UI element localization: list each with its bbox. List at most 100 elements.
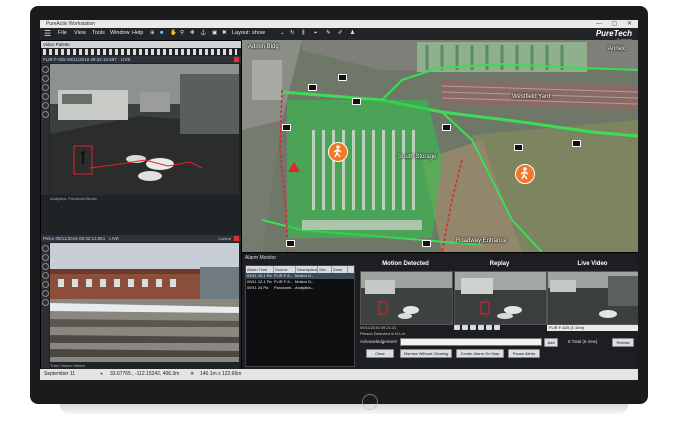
- add-button[interactable]: Add: [544, 338, 558, 347]
- live-camera-select[interactable]: FLIR F-625 (1:10m): [547, 325, 638, 331]
- alarm-monitor-title: Alarm Monitor: [245, 255, 277, 261]
- ack-label: Acknowledgement: [360, 339, 397, 344]
- live-video[interactable]: [547, 271, 638, 325]
- camera1-close-icon[interactable]: [234, 57, 239, 62]
- camera2-tool-icon[interactable]: [41, 290, 49, 297]
- select-tool-icon[interactable]: ■: [160, 30, 163, 36]
- camera2-tool-icon[interactable]: [41, 281, 49, 288]
- save-icon[interactable]: ▣: [212, 30, 217, 36]
- ack-input[interactable]: [400, 338, 542, 346]
- pause-icon[interactable]: [478, 325, 484, 330]
- anchor-icon[interactable]: ⚓: [200, 30, 207, 36]
- center-alarm-button[interactable]: Center Alarm On Map: [456, 349, 504, 358]
- camera-marker-icon[interactable]: [572, 140, 581, 147]
- rewind-icon[interactable]: [462, 325, 468, 330]
- column-header[interactable]: Sev: [318, 266, 332, 273]
- person-alert-icon[interactable]: [328, 142, 348, 162]
- camera-marker-icon[interactable]: [442, 124, 451, 131]
- zoom-in-icon[interactable]: ⊕: [150, 30, 155, 36]
- map-label-storage: South Storage: [398, 154, 437, 160]
- hamburger-menu-icon[interactable]: ☰: [44, 29, 51, 38]
- motion-snapshot[interactable]: [360, 271, 453, 325]
- alarm-table: Alarm Time Source Description Sev Zone 0…: [245, 265, 355, 367]
- map-tool-icon[interactable]: ⌖: [314, 30, 317, 37]
- live-video-title: Live Video: [577, 261, 608, 267]
- table-cell: Panorami...: [274, 285, 294, 290]
- camera2-tool-icon[interactable]: [41, 263, 49, 270]
- scale-icon: ✚: [190, 371, 195, 377]
- split-icon[interactable]: ⫼: [302, 30, 305, 37]
- column-header[interactable]: Description: [296, 266, 318, 273]
- camera-marker-icon[interactable]: [308, 84, 317, 91]
- window-controls[interactable]: — ▢ ✕: [596, 20, 636, 28]
- camera1-tool-icon[interactable]: [41, 75, 49, 82]
- menu-window[interactable]: Window: [110, 30, 130, 36]
- camera2-tool-icon[interactable]: [41, 245, 49, 252]
- table-row[interactable]: 09/11 24 Pa Panorami... Analytics...: [246, 285, 354, 291]
- alarm-table-header: Alarm Time Source Description Sev Zone: [246, 266, 354, 273]
- camera2-tool-icon[interactable]: [41, 272, 49, 279]
- map-label-admin: Admin Bldg: [248, 44, 279, 50]
- camera-marker-icon[interactable]: [338, 74, 347, 81]
- camera-marker-icon[interactable]: [422, 240, 431, 247]
- motion-detected-panel: Motion Detected: [360, 261, 453, 325]
- column-header[interactable]: Zone: [332, 266, 348, 273]
- menu-help[interactable]: Help: [132, 30, 143, 36]
- marker-tool-icon[interactable]: ✐: [338, 30, 343, 36]
- camera-marker-icon[interactable]: [282, 124, 291, 131]
- layout-select[interactable]: show: [252, 30, 265, 36]
- camera1-footer: Analytics: PureActivStudio: [50, 196, 97, 201]
- skip-back-icon[interactable]: [454, 325, 460, 330]
- camera-marker-icon[interactable]: [514, 144, 523, 151]
- camera2-control-button[interactable]: Control: [218, 236, 231, 241]
- menu-view[interactable]: View: [74, 30, 86, 36]
- close-layout-icon[interactable]: ✖: [222, 30, 227, 36]
- camera1-tool-icon[interactable]: [41, 111, 49, 118]
- camera2-tool-icon[interactable]: [41, 299, 49, 306]
- map-label-yard: Westfield Yard: [512, 94, 551, 100]
- search-icon[interactable]: ⚲: [180, 30, 184, 36]
- camera1-video[interactable]: [50, 64, 239, 195]
- review-button[interactable]: Review: [612, 338, 634, 347]
- ptz-icon[interactable]: ✥: [190, 30, 195, 36]
- dismiss-button[interactable]: Dismiss Without Clearing: [400, 349, 452, 358]
- camera2-video[interactable]: [50, 243, 239, 362]
- skip-forward-icon[interactable]: [494, 325, 500, 330]
- camera1-header: FLIR F-625 09/11/2016 09:32:10.887 · LIV…: [41, 56, 241, 63]
- menu-tools[interactable]: Tools: [92, 30, 105, 36]
- layout-label: Layout:: [232, 30, 251, 36]
- camera-thumbnail-strip[interactable]: [43, 49, 237, 55]
- status-scale: 146.1m x 122.66m: [200, 371, 242, 377]
- camera1-tool-icon[interactable]: [41, 84, 49, 91]
- pause-alerts-button[interactable]: Pause Alerts: [508, 349, 540, 358]
- camera1-tool-icon[interactable]: [41, 66, 49, 73]
- camera2-tool-icon[interactable]: [41, 254, 49, 261]
- column-header[interactable]: Alarm Time: [246, 266, 274, 273]
- site-map[interactable]: Admin Bldg Westfield Yard South Storage …: [242, 40, 638, 252]
- map-label-annex: Annex: [608, 46, 626, 52]
- camera-marker-icon[interactable]: [286, 240, 295, 247]
- play-icon[interactable]: [470, 325, 476, 330]
- menu-file[interactable]: File: [58, 30, 67, 36]
- person-alert-icon[interactable]: [515, 164, 535, 184]
- chevron-down-icon[interactable]: ⌄: [280, 30, 285, 36]
- hand-tool-icon[interactable]: ✋: [170, 30, 177, 36]
- refresh-icon[interactable]: ↻: [290, 30, 295, 36]
- title-bar: PureActiv Workstation — ▢ ✕: [40, 20, 638, 28]
- status-bar: September 11 ● 33.67765 , -112.15242, 40…: [40, 369, 638, 380]
- camera1-tool-icon[interactable]: [41, 93, 49, 100]
- event-text: Person Detected in N Lot: [360, 331, 405, 336]
- fast-forward-icon[interactable]: [486, 325, 492, 330]
- monitor-reflection: [60, 404, 628, 414]
- motion-detected-title: Motion Detected: [382, 261, 429, 267]
- camera-marker-icon[interactable]: [352, 98, 361, 105]
- application-window: PureActiv Workstation — ▢ ✕ ☰ File View …: [40, 20, 638, 380]
- draw-tool-icon[interactable]: ✎: [326, 30, 331, 36]
- camera1-tool-icon[interactable]: [41, 102, 49, 109]
- column-header[interactable]: Source: [274, 266, 296, 273]
- clear-button[interactable]: Clear: [366, 349, 394, 358]
- monitor-frame: PureActiv Workstation — ▢ ✕ ☰ File View …: [30, 6, 648, 410]
- user-icon[interactable]: ♟: [350, 30, 355, 36]
- camera2-close-icon[interactable]: [234, 236, 239, 241]
- replay-video[interactable]: [454, 271, 547, 325]
